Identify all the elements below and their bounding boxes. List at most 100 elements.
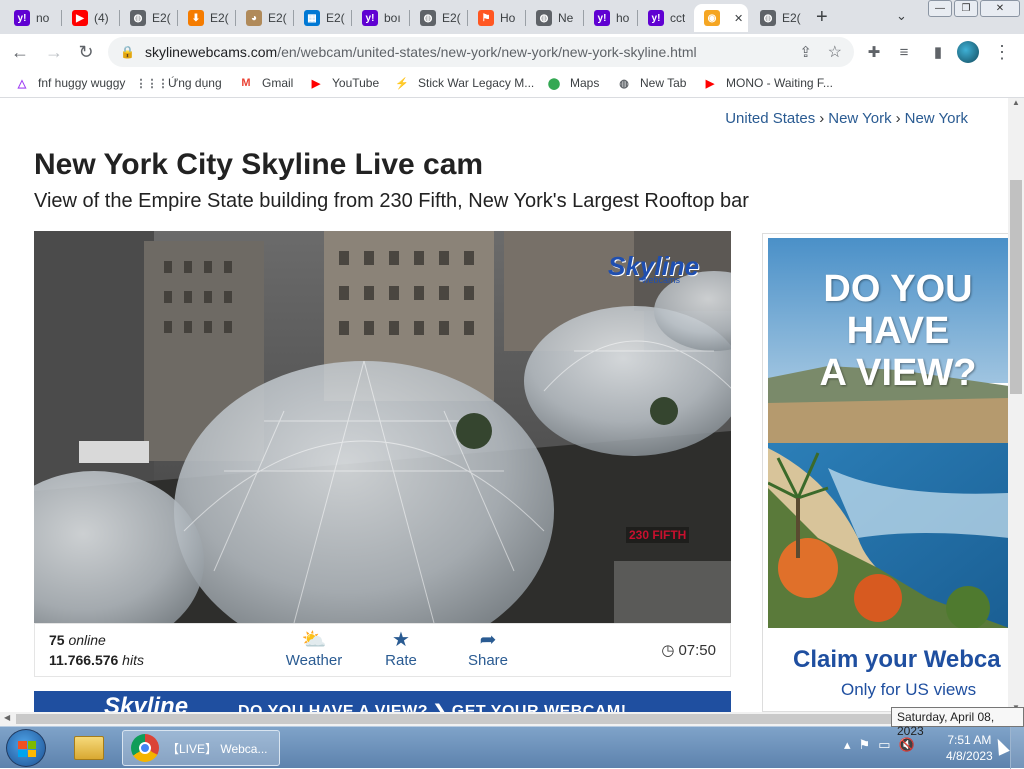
bookmark-item[interactable]: ⬤ Maps: [546, 75, 600, 91]
share-page-icon[interactable]: ⇪: [799, 43, 812, 61]
weather-cloud-icon: ⛅: [301, 629, 327, 651]
flag-icon: ⚑: [478, 10, 494, 26]
apps-grid-icon: ⋮⋮⋮: [135, 77, 169, 90]
chrome-taskbar-button[interactable]: 【LIVE】 Webca...: [122, 730, 280, 766]
windows-icon: ▦: [304, 10, 320, 26]
globe-icon: ◍: [130, 10, 146, 26]
url-domain: skylinewebcams.com: [144, 44, 278, 60]
minimize-icon[interactable]: —: [928, 0, 952, 17]
horizontal-scrollbar[interactable]: ◀: [0, 712, 1024, 726]
tab-6[interactable]: y! boı: [352, 4, 408, 32]
promo-banner[interactable]: Skyline DO YOU HAVE A VIEW? ❯ GET YOUR W…: [34, 691, 731, 712]
start-button[interactable]: [6, 729, 46, 767]
extensions-icon[interactable]: ✚: [862, 40, 886, 64]
bookmark-item[interactable]: M Gmail: [238, 75, 293, 91]
gmail-icon: M: [241, 77, 251, 89]
url-text[interactable]: skylinewebcams.com/en/webcam/united-stat…: [145, 44, 697, 60]
share-button[interactable]: ➦ Share: [453, 628, 523, 669]
tab-10[interactable]: y! ho: [584, 4, 636, 32]
tab-5[interactable]: ▦ E2(: [294, 4, 350, 32]
bookmark-item[interactable]: ⋮⋮⋮ Ứng dụng: [135, 75, 222, 91]
show-desktop-button[interactable]: [1010, 727, 1024, 769]
new-tab-plus-icon[interactable]: +: [816, 6, 828, 29]
ad-image: DO YOU HAVE A VIEW?: [768, 238, 1008, 628]
close-tab-icon[interactable]: ✕: [734, 12, 743, 25]
reload-icon[interactable]: ↻: [74, 40, 98, 64]
lock-icon: 🔒: [120, 45, 135, 59]
action-center-flag-icon[interactable]: ⚑: [859, 737, 871, 753]
tray-expand-icon[interactable]: ▴: [844, 737, 851, 753]
breadcrumb-state[interactable]: New York: [828, 110, 891, 127]
media-queue-icon[interactable]: ≡: [892, 40, 916, 64]
side-panel-icon[interactable]: ▮: [926, 40, 950, 64]
tab-search-chevron-icon[interactable]: ⌄: [896, 8, 907, 24]
scroll-left-icon[interactable]: ◀: [4, 713, 10, 722]
close-window-icon[interactable]: ✕: [980, 0, 1020, 17]
tab-0[interactable]: y! no: [4, 4, 60, 32]
weather-button[interactable]: ⛅ Weather: [279, 628, 349, 669]
bookmarks-bar: △ fnf huggy wuggy ⋮⋮⋮ Ứng dụng M Gmail ▶ YouTub…: [0, 70, 1024, 98]
network-icon[interactable]: ▭: [878, 737, 890, 753]
maximize-icon[interactable]: ❐: [954, 0, 978, 17]
tab-8[interactable]: ⚑ Ho: [468, 4, 524, 32]
bookmark-label: YouTube: [332, 76, 380, 90]
taskbar-clock[interactable]: 7:51 AM 4/8/2023: [946, 732, 993, 764]
hits-count: 11.766.576 hits: [49, 652, 144, 668]
tab-strip: y! no ▶ (4) ◍ E2(⬇ E2(◕ E2(▦ E2(y! boı ◍ E2(⚑ Ho ◍ Ne y…: [0, 0, 1024, 34]
forward-icon[interactable]: →: [42, 40, 66, 64]
bookmark-item[interactable]: ▶ YouTube: [308, 75, 379, 91]
tab-9[interactable]: ◍ Ne: [526, 4, 582, 32]
back-icon[interactable]: ←: [8, 40, 32, 64]
stickwar-icon: ⚡: [395, 77, 409, 90]
scrollbar-thumb[interactable]: [1010, 180, 1022, 394]
youtube-icon: ▶: [311, 77, 321, 90]
banner-text: DO YOU HAVE A VIEW? ❯ GET YOUR WEBCAM!: [238, 703, 627, 712]
menu-kebab-icon[interactable]: ⋮: [990, 40, 1014, 64]
yahoo-icon: y!: [594, 10, 610, 26]
yahoo-icon: y!: [14, 10, 30, 26]
vertical-scrollbar[interactable]: ▲ ▼: [1008, 98, 1024, 712]
scroll-up-icon[interactable]: ▲: [1012, 98, 1020, 107]
bookmark-label: New Tab: [640, 76, 687, 90]
clock-icon: ◷: [661, 642, 675, 659]
breadcrumb-country[interactable]: United States: [725, 110, 815, 127]
bookmark-item[interactable]: ▶ MONO - Waiting F...: [702, 75, 833, 91]
tab-title: no: [36, 11, 50, 25]
folder-icon: [74, 736, 104, 760]
bookmark-item[interactable]: △ fnf huggy wuggy: [14, 75, 126, 91]
banner-logo: Skyline: [104, 693, 189, 712]
hscrollbar-thumb[interactable]: [16, 714, 1008, 724]
yahoo-icon: y!: [648, 10, 664, 26]
230-fifth-sign: 230 FIFTH: [626, 527, 690, 543]
tab-1[interactable]: ▶ (4): [62, 4, 118, 32]
youtube-icon: ▶: [705, 77, 715, 90]
star-icon: ★: [392, 629, 410, 651]
file-explorer-button[interactable]: [66, 731, 112, 765]
tab-title: Ne: [558, 11, 574, 25]
tab-11[interactable]: y! cct: [638, 4, 692, 32]
avatar[interactable]: [956, 40, 980, 64]
breadcrumb-city[interactable]: New York: [905, 110, 968, 127]
ad-headline: DO YOU HAVE A VIEW?: [819, 268, 977, 394]
tab-2[interactable]: ◍ E2(: [120, 4, 176, 32]
webcam-video[interactable]: Skyline webcams 230 FIFTH: [34, 231, 731, 623]
webcam-local-time: ◷ 07:50: [661, 641, 716, 660]
tab-12[interactable]: ◉ ✕: [694, 4, 748, 32]
tab-7[interactable]: ◍ E2(: [410, 4, 466, 32]
bookmark-star-icon[interactable]: ☆: [828, 42, 842, 62]
tab-title: E2(: [152, 11, 171, 25]
tab-3[interactable]: ⬇ E2(: [178, 4, 234, 32]
chrome-icon: [131, 734, 159, 762]
bookmark-label: MONO - Waiting F...: [726, 76, 833, 90]
volume-muted-icon[interactable]: 🔇: [898, 737, 914, 753]
tab-13[interactable]: ◍ E2(: [750, 4, 804, 32]
sidebar-ad[interactable]: DO YOU HAVE A VIEW? Claim your Webca Only…: [762, 233, 1008, 712]
address-bar[interactable]: 🔒 skylinewebcams.com/en/webcam/united-st…: [108, 37, 854, 67]
ad-claim-heading[interactable]: Claim your Webca: [793, 646, 1001, 674]
globe-icon: ◍: [760, 10, 776, 26]
bookmark-item[interactable]: ◍ New Tab: [616, 75, 686, 91]
rate-button[interactable]: ★ Rate: [366, 628, 436, 669]
windows-taskbar: 【LIVE】 Webca... ▴ ⚑ ▭ 🔇 7:51 AM 4/8/2023: [0, 726, 1024, 769]
tab-4[interactable]: ◕ E2(: [236, 4, 292, 32]
bookmark-item[interactable]: ⚡ Stick War Legacy M...: [394, 75, 534, 91]
